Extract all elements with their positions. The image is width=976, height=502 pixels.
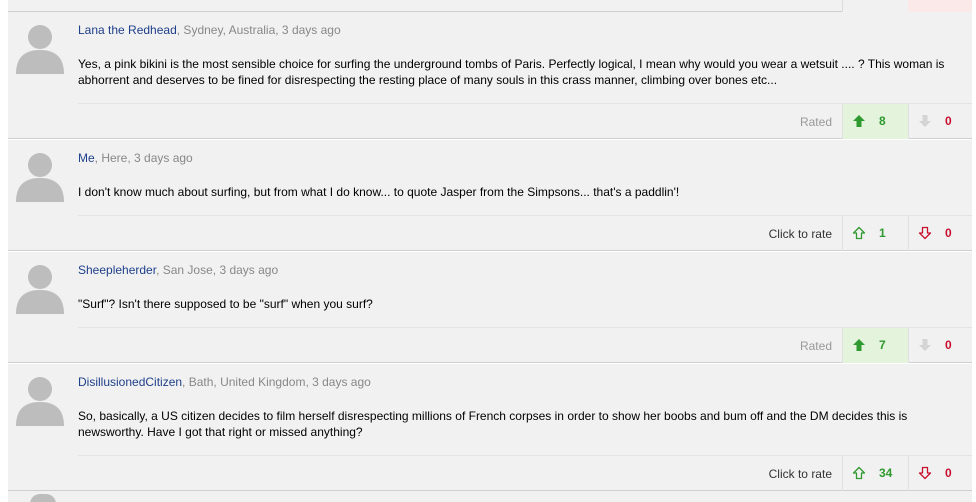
avatar[interactable] <box>12 258 68 314</box>
vote-down-count: 0 <box>945 226 952 240</box>
rating-bar: Click to rate 1 0 <box>78 215 972 251</box>
vote-down-button[interactable]: 0 <box>908 104 972 139</box>
comment-text: "Surf"? Isn't there supposed to be "surf… <box>78 297 373 311</box>
comment-text: I don't know much about surfing, but fro… <box>78 185 680 199</box>
comment-item: Lana the Redhead, Sydney, Australia, 3 d… <box>8 12 972 139</box>
arrow-down-icon <box>918 226 932 240</box>
vote-up-count: 7 <box>879 338 886 352</box>
next-comment-partial <box>8 491 972 502</box>
comment-item: Sheepleherder, San Jose, 3 days ago "Sur… <box>8 252 972 363</box>
previous-comment-rating-strip <box>0 0 976 12</box>
rating-bar: Rated 8 0 <box>78 103 972 139</box>
comment-author-link[interactable]: Lana the Redhead <box>78 23 177 37</box>
arrow-down-icon <box>918 338 932 352</box>
arrow-down-icon <box>918 114 932 128</box>
vote-up-count: 8 <box>879 114 886 128</box>
comment-text: Yes, a pink bikini is the most sensible … <box>78 57 945 87</box>
comment-author-link[interactable]: Sheepleherder <box>78 263 156 277</box>
arrow-up-icon <box>852 466 866 480</box>
vote-down-count: 0 <box>945 466 952 480</box>
rate-label[interactable]: Click to rate <box>769 467 832 481</box>
rating-bar: Click to rate 34 0 <box>78 455 972 491</box>
comment-text: So, basically, a US citizen decides to f… <box>78 409 908 439</box>
vote-down-button[interactable]: 0 <box>908 328 972 363</box>
vote-down-count: 0 <box>945 114 952 128</box>
default-user-silhouette-icon <box>16 153 64 202</box>
comment-item: DisillusionedCitizen, Bath, United Kingd… <box>8 364 972 491</box>
comment-author-link[interactable]: Me <box>78 151 95 165</box>
avatar[interactable] <box>12 370 68 426</box>
comment-details: , San Jose, 3 days ago <box>156 263 279 277</box>
arrow-up-icon <box>852 226 866 240</box>
vote-up-button[interactable]: 8 <box>842 104 908 139</box>
comment-item: Me, Here, 3 days ago I don't know much a… <box>8 140 972 251</box>
vote-up-button[interactable]: 1 <box>842 216 908 251</box>
comment-author-link[interactable]: DisillusionedCitizen <box>78 375 182 389</box>
previous-vote-down-cell[interactable] <box>908 0 972 12</box>
arrow-up-icon <box>852 114 866 128</box>
vote-up-count: 34 <box>879 466 893 480</box>
rate-label: Rated <box>799 339 832 353</box>
comment-meta: Sheepleherder, San Jose, 3 days ago <box>78 263 278 277</box>
rating-bar: Rated 7 0 <box>78 327 972 363</box>
vote-down-button[interactable]: 0 <box>908 216 972 251</box>
comment-meta: Me, Here, 3 days ago <box>78 151 193 165</box>
default-user-silhouette-icon <box>16 25 64 74</box>
vote-up-button[interactable]: 34 <box>842 456 908 491</box>
vote-up-count: 1 <box>879 226 886 240</box>
arrow-up-icon <box>852 338 866 352</box>
previous-comment-footer <box>8 0 972 12</box>
comment-meta: Lana the Redhead, Sydney, Australia, 3 d… <box>78 23 341 37</box>
vote-down-count: 0 <box>945 338 952 352</box>
comment-details: , Here, 3 days ago <box>94 151 193 165</box>
comment-meta: DisillusionedCitizen, Bath, United Kingd… <box>78 375 371 389</box>
comment-details: , Sydney, Australia, 3 days ago <box>176 23 341 37</box>
default-user-silhouette-icon <box>30 494 56 502</box>
default-user-silhouette-icon <box>16 265 64 314</box>
default-user-silhouette-icon <box>16 377 64 426</box>
avatar[interactable] <box>12 146 68 202</box>
rate-label[interactable]: Click to rate <box>769 227 832 241</box>
vote-up-button[interactable]: 7 <box>842 328 908 363</box>
avatar[interactable] <box>12 18 68 74</box>
comment-details: , Bath, United Kingdom, 3 days ago <box>182 375 371 389</box>
arrow-down-icon <box>918 466 932 480</box>
vote-down-button[interactable]: 0 <box>908 456 972 491</box>
rate-label: Rated <box>799 115 832 129</box>
previous-vote-up-cell[interactable] <box>842 0 908 12</box>
